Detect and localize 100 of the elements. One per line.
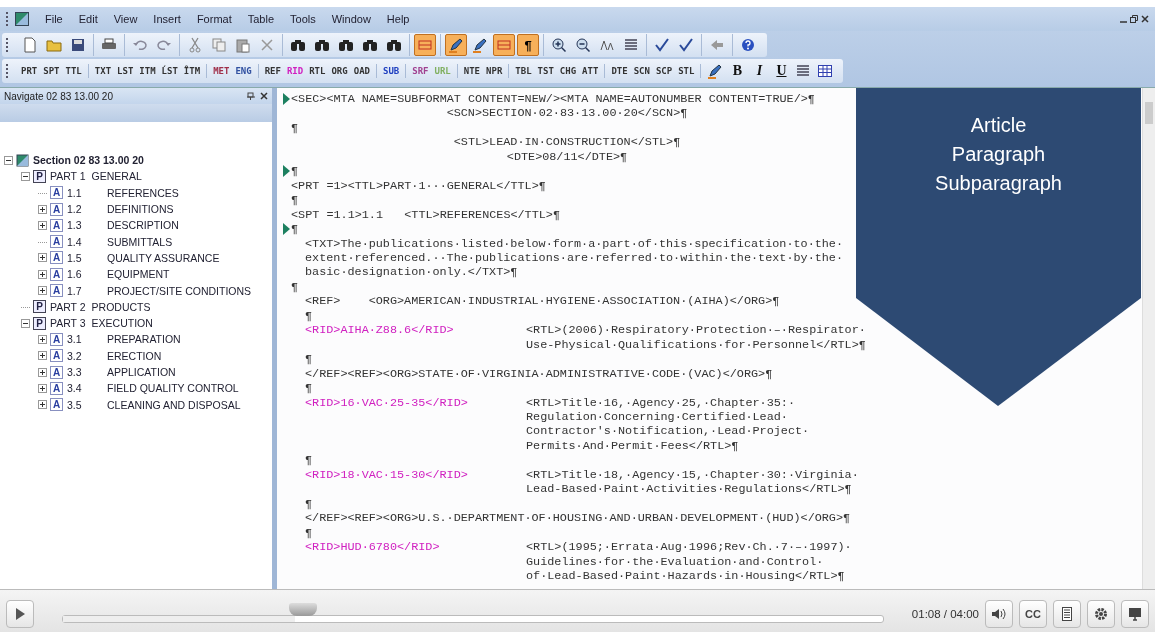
tree-item[interactable]: ERECTION xyxy=(107,349,162,362)
settings-button[interactable] xyxy=(1087,599,1115,628)
tag-button[interactable]: NTE xyxy=(461,64,483,78)
tree-item-number[interactable]: 1.5 xyxy=(67,251,107,264)
underline-button[interactable]: U xyxy=(771,61,792,81)
tag-button[interactable]: SRF xyxy=(410,64,431,78)
captions-button[interactable]: CC xyxy=(1019,599,1047,628)
tag-button[interactable]: REF xyxy=(262,64,283,78)
tree-item[interactable]: EXECUTION xyxy=(91,317,153,330)
tag-button[interactable]: NPR xyxy=(484,64,505,78)
volume-button[interactable] xyxy=(985,599,1013,628)
tree-item[interactable]: FIELD QUALITY CONTROL xyxy=(107,382,239,395)
expand-icon[interactable] xyxy=(38,367,47,377)
tag-button[interactable]: TXT xyxy=(92,64,114,78)
collapse-icon[interactable] xyxy=(21,318,30,328)
menu-item[interactable]: Insert xyxy=(145,11,189,27)
italic-button[interactable]: I xyxy=(749,61,770,81)
close-icon[interactable] xyxy=(260,92,268,100)
expand-icon[interactable] xyxy=(38,253,47,263)
pilcrow-button[interactable]: ¶ xyxy=(517,34,539,56)
tree-item[interactable]: EQUIPMENT xyxy=(107,268,170,281)
menu-item[interactable]: View xyxy=(105,11,146,27)
tag-button[interactable]: RTL xyxy=(307,64,328,78)
expand-icon[interactable] xyxy=(38,383,47,393)
bold-button[interactable]: B xyxy=(727,61,748,81)
tag-button[interactable]: SUB xyxy=(381,64,402,78)
expand-icon[interactable] xyxy=(38,351,47,361)
tree-item-number[interactable]: PART 3 xyxy=(50,317,86,330)
code-line: Use-Physical·Qualifications·for·Personnel</RTL>¶ xyxy=(526,337,866,353)
tree-item-number[interactable]: 1.7 xyxy=(67,284,107,297)
collapse-icon[interactable] xyxy=(4,155,13,165)
tag-button[interactable]: SCN xyxy=(631,64,652,78)
screen-button[interactable] xyxy=(1121,599,1149,628)
menu-item[interactable]: Window xyxy=(323,11,379,27)
tree-item[interactable]: PRODUCTS xyxy=(91,300,151,313)
tag-button[interactable]: TST xyxy=(535,64,556,78)
tree-item-number[interactable]: 1.2 xyxy=(67,203,107,216)
tag-button[interactable]: ÎTM xyxy=(181,64,203,78)
seek-handle[interactable] xyxy=(288,602,317,616)
tree-item[interactable]: PROJECT/SITE CONDITIONS xyxy=(107,284,252,297)
tree-item-number[interactable]: 1.1 xyxy=(67,186,107,199)
tree-item[interactable]: APPLICATION xyxy=(107,366,176,378)
tree-item-number[interactable]: PART 2 xyxy=(50,300,86,313)
menu-item[interactable]: Table xyxy=(239,11,282,27)
tree-item[interactable]: REFERENCES xyxy=(107,186,179,199)
tag-button[interactable]: ORG xyxy=(329,64,350,78)
scrollbar[interactable] xyxy=(1142,88,1155,589)
tag-button[interactable]: CHG xyxy=(557,64,579,78)
tag-button[interactable]: DTE xyxy=(609,64,630,78)
expand-icon[interactable] xyxy=(38,400,47,410)
code-line: ¶ xyxy=(304,381,313,396)
tree-item[interactable]: Section 02 83 13.00 20 xyxy=(33,154,144,167)
tree-item-number[interactable]: PART 1 xyxy=(50,170,86,183)
tag-button[interactable]: ITM xyxy=(137,64,158,78)
tree-item-number[interactable]: 3.5 xyxy=(67,398,107,411)
expand-icon[interactable] xyxy=(38,269,47,279)
tag-button[interactable]: MET xyxy=(211,64,232,78)
tree-item[interactable]: DESCRIPTION xyxy=(107,219,179,232)
tree-item[interactable]: GENERAL xyxy=(91,170,142,183)
tree-item-number[interactable]: 1.4 xyxy=(67,235,107,248)
pin-icon[interactable] xyxy=(247,92,255,100)
expand-icon[interactable] xyxy=(38,334,47,344)
tree-item[interactable]: SUBMITTALS xyxy=(107,235,173,248)
tree-item[interactable]: CLEANING AND DISPOSAL xyxy=(107,398,241,411)
menu-item[interactable]: Help xyxy=(378,11,418,27)
tag-button[interactable]: ENG xyxy=(233,64,254,78)
tag-button[interactable]: TTL xyxy=(63,64,84,78)
expand-icon[interactable] xyxy=(38,204,47,214)
close-icon[interactable] xyxy=(1141,15,1149,23)
expand-icon[interactable] xyxy=(38,220,47,230)
tree-item-number[interactable]: 3.4 xyxy=(67,382,107,395)
tree-item-number[interactable]: 3.2 xyxy=(67,349,107,362)
tree-item-number[interactable]: 1.3 xyxy=(67,219,107,232)
tag-button[interactable]: ATT xyxy=(580,64,601,78)
tag-button[interactable]: PRT xyxy=(19,64,40,78)
tag-button[interactable]: TBL xyxy=(513,64,534,78)
menu-item[interactable]: Tools xyxy=(282,11,324,27)
toolbar-button[interactable] xyxy=(445,34,467,56)
tree-item[interactable]: PREPARATION xyxy=(107,333,181,346)
tree-item[interactable]: DEFINITIONS xyxy=(107,203,174,216)
tree-item-number[interactable]: 1.6 xyxy=(67,268,107,281)
tree-item-number[interactable]: 3.3 xyxy=(67,366,107,378)
tree-item-number[interactable]: 3.1 xyxy=(67,333,107,346)
transcript-button[interactable] xyxy=(1053,599,1081,628)
menu-item[interactable]: Format xyxy=(188,11,240,27)
tag-button[interactable]: STL xyxy=(676,64,697,78)
folder-icon xyxy=(46,37,62,53)
tree-item[interactable]: QUALITY ASSURANCE xyxy=(107,251,220,264)
menu-item[interactable]: File xyxy=(37,11,71,27)
collapse-icon[interactable] xyxy=(21,171,30,181)
tag-button[interactable]: RID xyxy=(284,64,306,78)
tag-button[interactable]: OAD xyxy=(351,64,372,78)
restore-icon[interactable] xyxy=(1130,15,1138,23)
tag-button[interactable]: SCP xyxy=(653,64,675,78)
tag-button[interactable]: SPT xyxy=(41,64,62,78)
expand-icon[interactable] xyxy=(38,286,47,295)
play-button[interactable] xyxy=(6,599,34,628)
tag-button[interactable]: ĹST xyxy=(159,64,180,78)
tag-button[interactable]: LST xyxy=(115,64,136,78)
menu-item[interactable]: Edit xyxy=(70,11,106,27)
